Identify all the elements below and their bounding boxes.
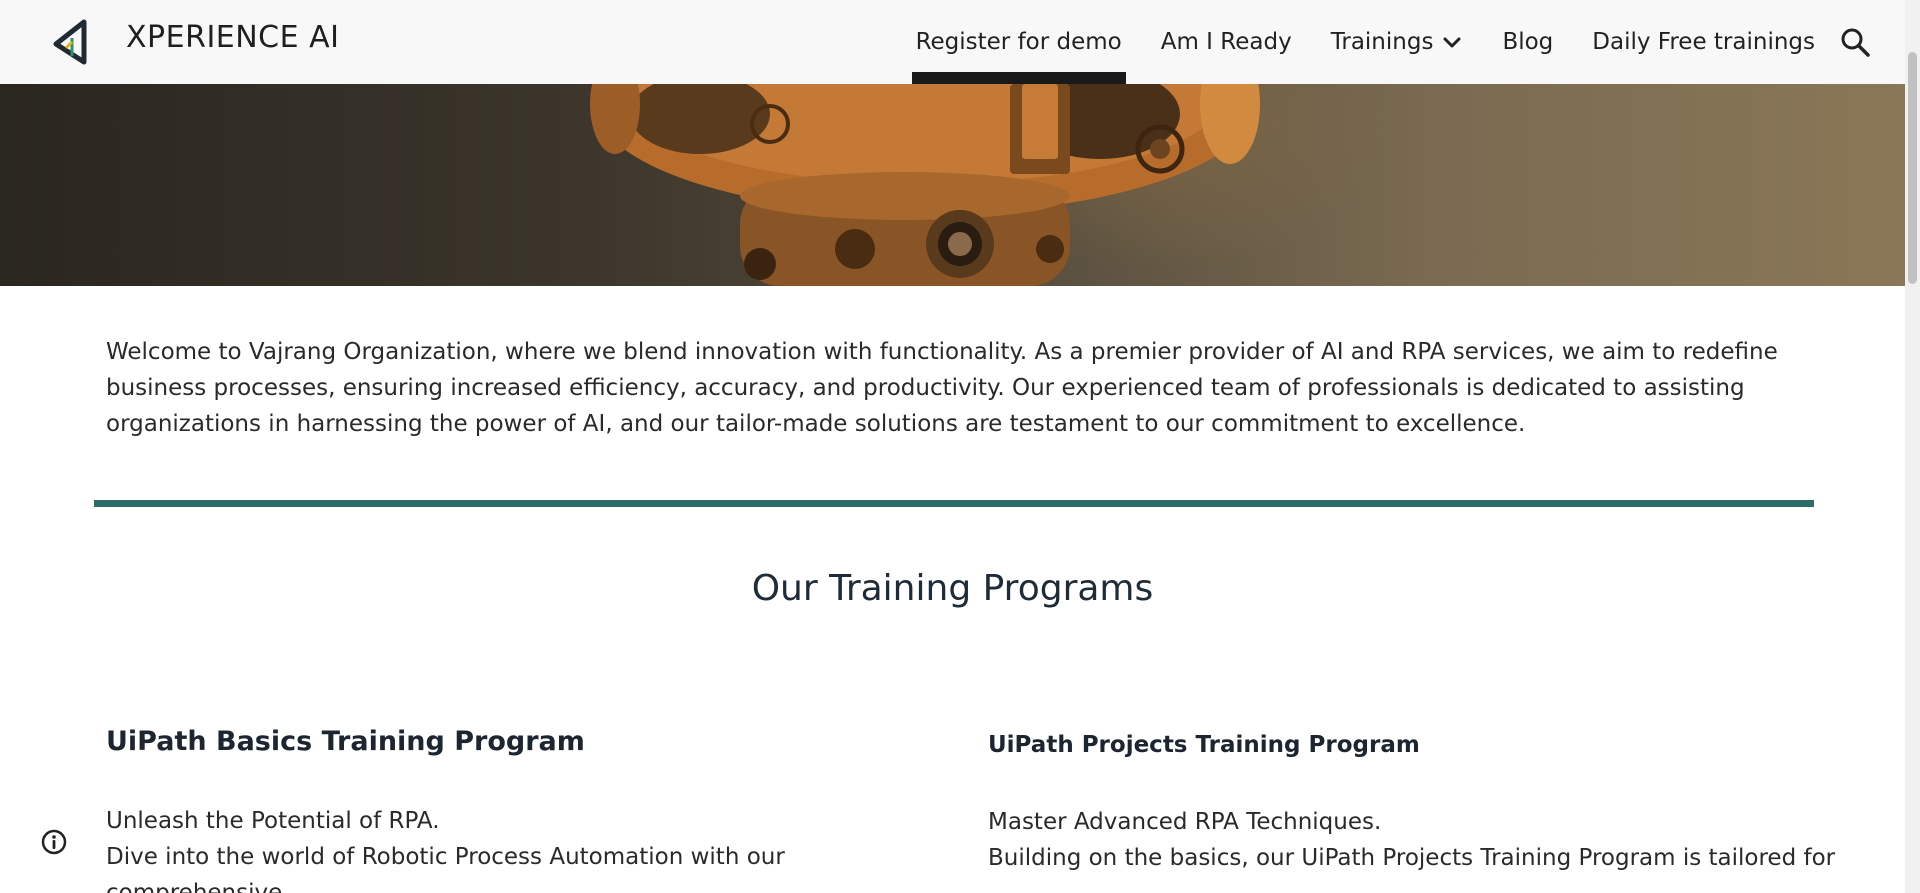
main-nav: Register for demo Am I Ready Trainings B…: [877, 0, 1815, 84]
site-title[interactable]: XPERIENCE AI: [126, 20, 340, 55]
nav-register-for-demo[interactable]: Register for demo: [911, 0, 1126, 84]
nav-blog[interactable]: Blog: [1502, 0, 1553, 84]
program-card-basics: UiPath Basics Training Program Unleash t…: [106, 726, 966, 893]
program-card-projects: UiPath Projects Training Program Master …: [988, 726, 1848, 876]
site-header: XPERIENCE AI Register for demo Am I Read…: [0, 0, 1905, 84]
nav-daily-free-trainings[interactable]: Daily Free trainings: [1592, 0, 1815, 84]
hero-banner-image: [0, 84, 1905, 286]
nav-label: Daily Free trainings: [1592, 29, 1815, 55]
section-divider: [94, 500, 1814, 507]
program-tagline: Unleash the Potential of RPA.: [106, 808, 440, 834]
site-logo-icon[interactable]: [48, 18, 92, 66]
program-title: UiPath Projects Training Program: [988, 732, 1420, 758]
scrollbar-thumb[interactable]: [1908, 52, 1917, 284]
page: XPERIENCE AI Register for demo Am I Read…: [0, 0, 1920, 893]
program-tagline: Master Advanced RPA Techniques.: [988, 809, 1382, 835]
intro-paragraph: Welcome to Vajrang Organization, where w…: [106, 339, 1778, 437]
nav-label: Register for demo: [915, 29, 1122, 55]
nav-label: Trainings: [1330, 29, 1434, 55]
program-title: UiPath Basics Training Program: [106, 726, 585, 757]
robot-illustration: [590, 84, 1260, 286]
program-description: Dive into the world of Robotic Process A…: [106, 844, 785, 893]
chevron-down-icon[interactable]: [1441, 31, 1463, 53]
info-icon[interactable]: [40, 828, 68, 856]
search-icon[interactable]: [1839, 26, 1871, 58]
page-scrollbar[interactable]: [1905, 0, 1920, 893]
nav-am-i-ready[interactable]: Am I Ready: [1161, 0, 1292, 84]
nav-label: Blog: [1502, 29, 1554, 55]
program-description: Building on the basics, our UiPath Proje…: [988, 845, 1836, 871]
nav-trainings[interactable]: Trainings: [1331, 0, 1464, 84]
nav-label: Am I Ready: [1160, 29, 1292, 55]
section-title: Our Training Programs: [751, 568, 1154, 609]
